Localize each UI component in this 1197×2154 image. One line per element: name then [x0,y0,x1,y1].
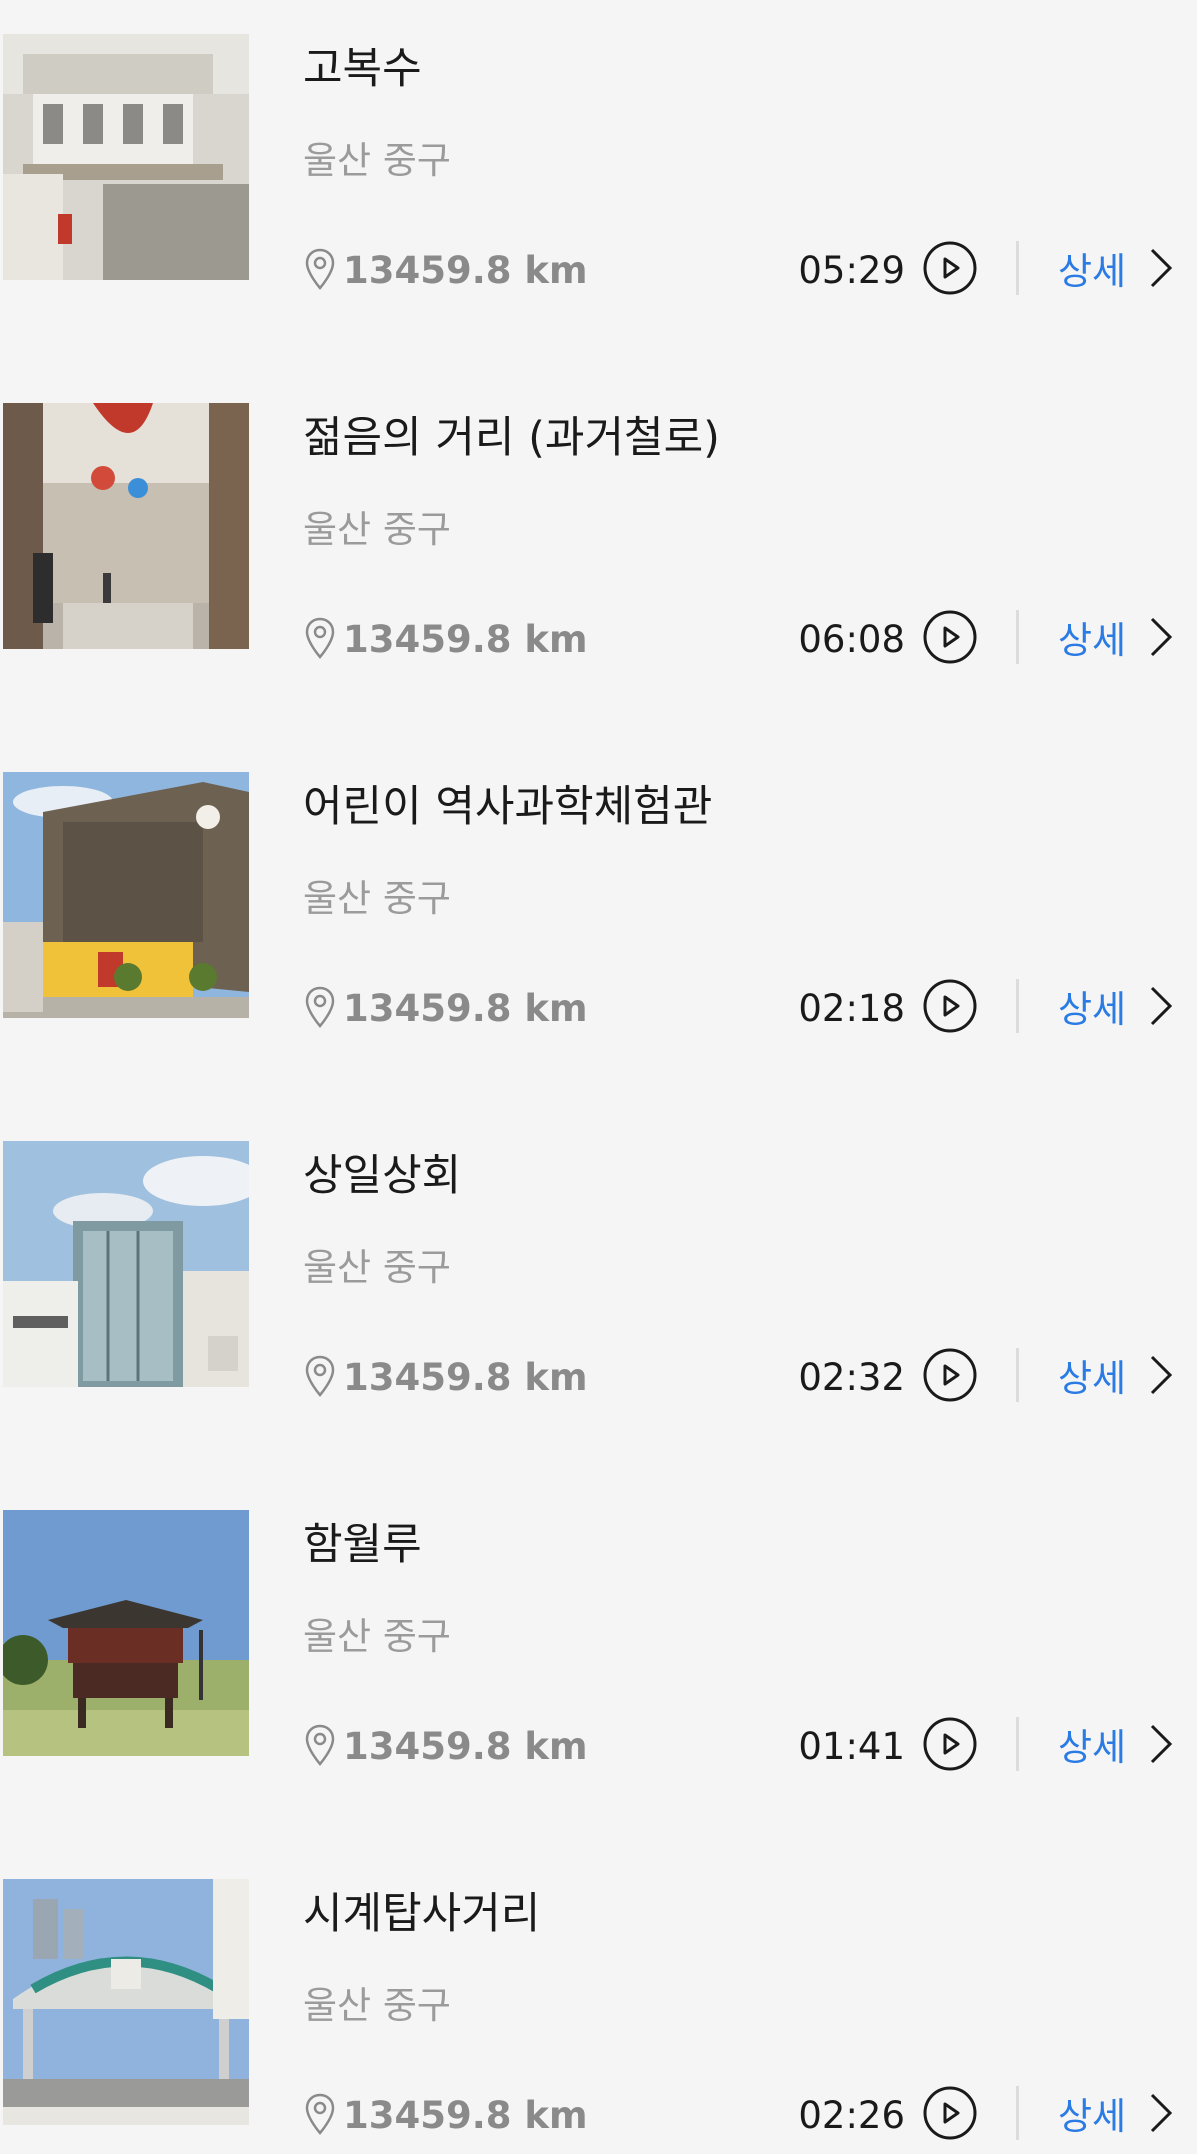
separator [1016,979,1019,1033]
location-pin-icon [303,1722,337,1770]
play-button[interactable] [922,609,978,665]
play-button[interactable] [922,240,978,296]
thumbnail-image [3,1141,249,1387]
audio-duration: 06:08 [798,617,905,661]
place-region: 울산 중구 [303,139,451,182]
distance: 13459.8 km [303,613,588,665]
audio-duration: 02:18 [798,986,905,1030]
separator [1016,1717,1019,1771]
play-button[interactable] [922,1716,978,1772]
separator [1016,2086,1019,2140]
list-item[interactable]: 시계탑사거리 울산 중구 13459.8 km 02:26 상세 [0,1879,1197,2154]
thumbnail-image [3,403,249,649]
chevron-right-icon[interactable] [1148,984,1174,1028]
audio-duration: 02:32 [798,1355,905,1399]
detail-link[interactable]: 상세 [1058,1718,1126,1770]
distance: 13459.8 km [303,2089,588,2141]
separator [1016,610,1019,664]
audio-duration: 02:26 [798,2093,905,2137]
place-title[interactable]: 젊음의 거리 (과거철로) [303,411,720,465]
play-circle-icon [923,979,977,1033]
play-button[interactable] [922,1347,978,1403]
chevron-right-icon[interactable] [1148,615,1174,659]
play-button[interactable] [922,2085,978,2141]
place-region: 울산 중구 [303,1984,451,2027]
list-item[interactable]: 젊음의 거리 (과거철로) 울산 중구 13459.8 km 06:08 상세 [0,403,1197,703]
place-thumbnail[interactable] [3,403,249,649]
detail-link[interactable]: 상세 [1058,980,1126,1032]
location-pin-icon [303,615,337,663]
distance-value: 13459.8 km [343,248,588,292]
list-item[interactable]: 상일상회 울산 중구 13459.8 km 02:32 상세 [0,1141,1197,1441]
chevron-right-icon[interactable] [1148,1353,1174,1397]
place-title[interactable]: 어린이 역사과학체험관 [303,780,712,834]
detail-link[interactable]: 상세 [1058,1349,1126,1401]
location-pin-icon [303,2091,337,2139]
play-circle-icon [923,1717,977,1771]
play-circle-icon [923,1348,977,1402]
place-title[interactable]: 상일상회 [303,1149,461,1203]
list-item[interactable]: 함월루 울산 중구 13459.8 km 01:41 상세 [0,1510,1197,1810]
place-thumbnail[interactable] [3,1879,249,2125]
list-item[interactable]: 고복수 울산 중구 13459.8 km 05:29 상세 [0,34,1197,334]
place-region: 울산 중구 [303,1615,451,1658]
place-list: 고복수 울산 중구 13459.8 km 05:29 상세 젊음의 거리 (과거… [0,0,1197,2154]
detail-link[interactable]: 상세 [1058,242,1126,294]
distance-value: 13459.8 km [343,1355,588,1399]
place-thumbnail[interactable] [3,34,249,280]
place-thumbnail[interactable] [3,772,249,1018]
chevron-right-icon[interactable] [1148,246,1174,290]
play-circle-icon [923,2086,977,2140]
detail-link[interactable]: 상세 [1058,2087,1126,2139]
place-title[interactable]: 시계탑사거리 [303,1887,540,1941]
thumbnail-image [3,34,249,280]
audio-duration: 01:41 [798,1724,905,1768]
distance-value: 13459.8 km [343,617,588,661]
location-pin-icon [303,984,337,1032]
distance: 13459.8 km [303,982,588,1034]
location-pin-icon [303,1353,337,1401]
list-item[interactable]: 어린이 역사과학체험관 울산 중구 13459.8 km 02:18 상세 [0,772,1197,1072]
place-title[interactable]: 고복수 [303,42,422,96]
separator [1016,241,1019,295]
distance-value: 13459.8 km [343,1724,588,1768]
distance: 13459.8 km [303,244,588,296]
play-circle-icon [923,610,977,664]
place-region: 울산 중구 [303,1246,451,1289]
distance-value: 13459.8 km [343,2093,588,2137]
place-title[interactable]: 함월루 [303,1518,422,1572]
play-circle-icon [923,241,977,295]
location-pin-icon [303,246,337,294]
place-region: 울산 중구 [303,877,451,920]
chevron-right-icon[interactable] [1148,1722,1174,1766]
chevron-right-icon[interactable] [1148,2091,1174,2135]
distance: 13459.8 km [303,1720,588,1772]
distance: 13459.8 km [303,1351,588,1403]
detail-link[interactable]: 상세 [1058,611,1126,663]
place-thumbnail[interactable] [3,1141,249,1387]
thumbnail-image [3,1879,249,2125]
thumbnail-image [3,772,249,1018]
thumbnail-image [3,1510,249,1756]
distance-value: 13459.8 km [343,986,588,1030]
place-region: 울산 중구 [303,508,451,551]
place-thumbnail[interactable] [3,1510,249,1756]
play-button[interactable] [922,978,978,1034]
audio-duration: 05:29 [798,248,905,292]
separator [1016,1348,1019,1402]
